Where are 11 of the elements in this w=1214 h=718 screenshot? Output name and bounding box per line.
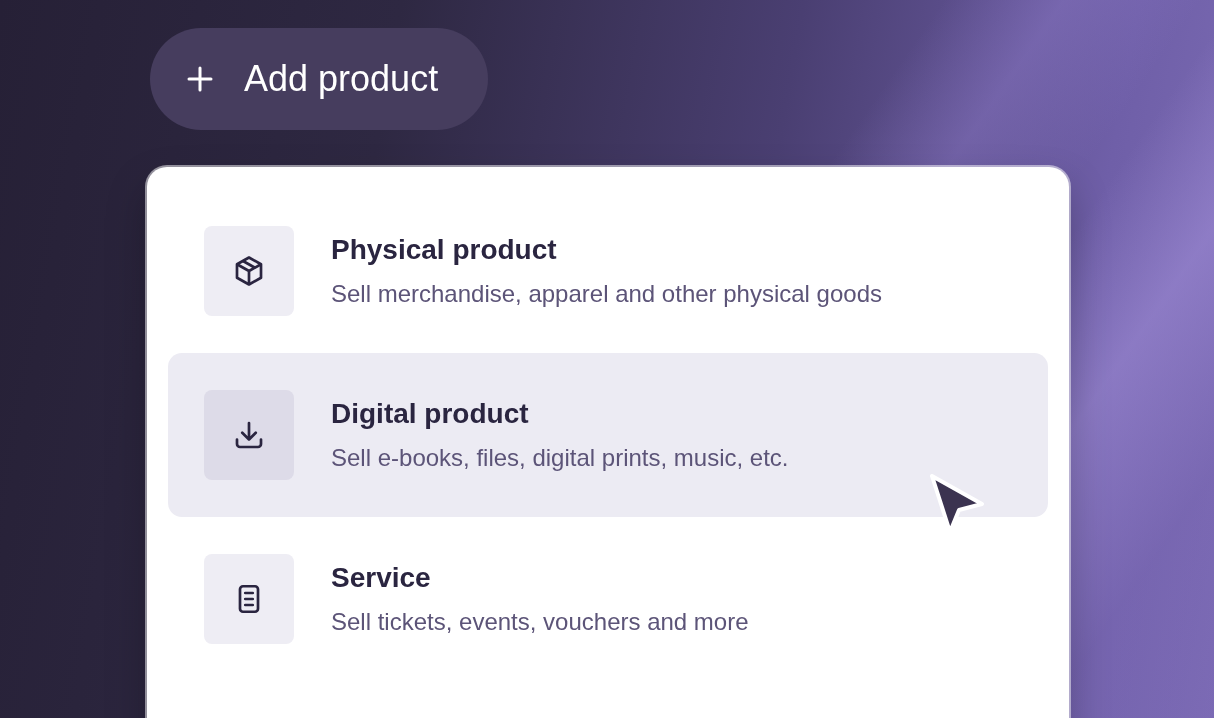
add-product-button[interactable]: Add product bbox=[150, 28, 489, 130]
option-title: Digital product bbox=[331, 398, 530, 430]
option-description: Sell e-books, files, digital prints, music, etc. bbox=[331, 444, 789, 472]
plus-icon bbox=[186, 65, 214, 93]
menu-option[interactable]: Service Sell tickets, events, vouchers and more bbox=[168, 517, 1048, 681]
option-title: Physical product bbox=[331, 234, 558, 266]
option-description: Sell tickets, events, vouchers and more bbox=[331, 608, 749, 636]
menu-option[interactable]: Physical product Sell merchandise, apparel and other physical goods bbox=[168, 189, 1048, 353]
option-description: Sell merchandise, apparel and other physical goods bbox=[331, 280, 882, 308]
option-title: Service bbox=[331, 562, 432, 594]
menu-option[interactable]: Digital product Sell e-books, files, digital prints, music, etc. bbox=[168, 353, 1048, 517]
